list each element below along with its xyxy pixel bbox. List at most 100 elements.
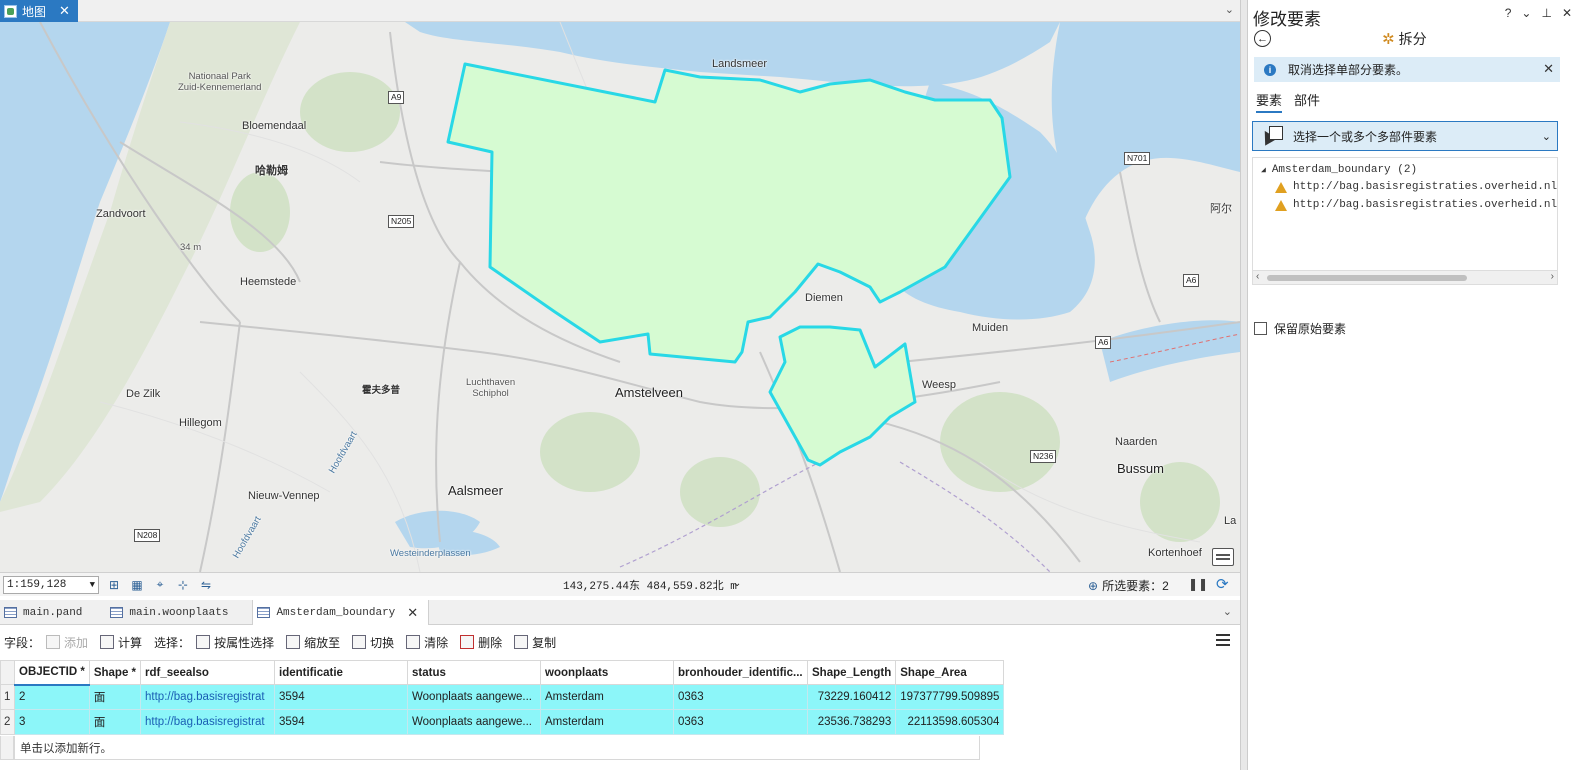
column-header[interactable]: Shape_Area	[895, 660, 1005, 685]
expand-icon[interactable]: ◢	[1261, 165, 1266, 175]
row-number[interactable]: 1	[0, 684, 15, 710]
place-label: Landsmeer	[712, 58, 768, 70]
add-field-button[interactable]: 添加	[46, 634, 88, 651]
cell-rdf-seealso[interactable]: http://bag.basisregistrat	[140, 709, 276, 735]
cell-shape-length[interactable]: 23536.738293	[807, 709, 897, 735]
zoom-to-label: 缩放至	[304, 635, 341, 650]
chevron-down-icon[interactable]: ⌄	[1521, 6, 1531, 20]
tree-layer-node[interactable]: ◢ Amsterdam_boundary (2)	[1261, 164, 1417, 176]
cell-shape[interactable]: 面	[88, 709, 142, 735]
column-header[interactable]: bronhouder_identific...	[673, 660, 809, 685]
pin-icon[interactable]: ⊥	[1541, 6, 1551, 20]
tree-feature-item[interactable]: http://bag.basisregistraties.overheid.nl…	[1275, 199, 1557, 211]
column-header[interactable]: OBJECTID *	[14, 660, 90, 686]
close-icon[interactable]: ✕	[1543, 61, 1554, 77]
chevron-down-icon[interactable]: ⌄	[1223, 605, 1232, 618]
tab-main-pand[interactable]: main.pand	[0, 600, 92, 625]
cell-woonplaats[interactable]: Amsterdam	[540, 709, 675, 735]
elevation-label: 34 m	[180, 242, 202, 253]
correction-icon[interactable]: ⇋	[198, 577, 214, 593]
tree-layer-label: Amsterdam_boundary (2)	[1271, 164, 1418, 176]
cell-shape-area[interactable]: 22113598.605304	[895, 709, 1005, 735]
cell-status[interactable]: Woonplaats aangewe...	[407, 684, 542, 710]
snapping-icon[interactable]: ⌖	[152, 577, 168, 593]
column-header[interactable]: rdf_seealso	[140, 660, 276, 685]
pause-icon[interactable]: ❚❚	[1188, 577, 1208, 591]
table-row[interactable]: 1 2 面 http://bag.basisregistrat 3594 Woo…	[0, 684, 1005, 710]
help-icon[interactable]: ?	[1505, 6, 1512, 20]
tree-feature-label: http://bag.basisregistraties.overheid.nl…	[1293, 181, 1558, 193]
cell-bronhouder[interactable]: 0363	[673, 709, 809, 735]
chevron-down-icon[interactable]: ⌄	[733, 578, 741, 589]
keep-original-checkbox[interactable]	[1254, 322, 1267, 335]
cell-objectid[interactable]: 2	[14, 684, 90, 710]
cell-rdf-seealso[interactable]: http://bag.basisregistrat	[140, 684, 276, 710]
cell-objectid[interactable]: 3	[14, 709, 90, 735]
copy-icon	[514, 635, 529, 649]
row-selector-header[interactable]	[0, 660, 15, 685]
back-button[interactable]: ←	[1254, 30, 1271, 47]
close-icon[interactable]: ✕	[407, 605, 418, 621]
column-header[interactable]: Shape_Length	[807, 660, 897, 685]
column-header[interactable]: status	[407, 660, 542, 685]
place-label: Nieuw-Vennep	[248, 490, 320, 502]
select-multipart-tool[interactable]: 选择一个或多个多部件要素 ⌄	[1252, 121, 1558, 151]
switch-button[interactable]: 切换	[352, 634, 394, 651]
panel-splitter[interactable]	[1240, 0, 1248, 770]
column-header[interactable]: identificatie	[274, 660, 409, 685]
cell-shape[interactable]: 面	[88, 684, 142, 710]
field-label: 字段：	[4, 635, 41, 650]
keep-original-option[interactable]: 保留原始要素	[1254, 320, 1346, 337]
column-header[interactable]: Shape *	[88, 660, 142, 685]
place-label: Bloemendaal	[242, 120, 307, 132]
horizontal-scrollbar[interactable]: ‹ ›	[1253, 270, 1557, 284]
legend-icon[interactable]	[1212, 548, 1234, 566]
chevron-down-icon[interactable]: ⌄	[1225, 3, 1234, 16]
close-icon[interactable]: ✕	[1562, 6, 1572, 20]
selected-features[interactable]: ⊕ 所选要素：2	[1088, 577, 1169, 594]
add-new-row[interactable]: 单击以添加新行。	[14, 736, 980, 760]
menu-icon[interactable]	[1216, 634, 1230, 646]
close-icon[interactable]: ✕	[59, 3, 70, 19]
calculate-button[interactable]: 计算	[100, 634, 142, 651]
delete-button[interactable]: 删除	[460, 634, 502, 651]
cell-woonplaats[interactable]: Amsterdam	[540, 684, 675, 710]
scale-select[interactable]: 1:159,128 ▼	[3, 575, 99, 594]
cell-identificatie[interactable]: 3594	[274, 684, 409, 710]
place-label: Weesp	[922, 379, 957, 391]
scrollbar-thumb[interactable]	[1267, 275, 1467, 281]
table-row[interactable]: 2 3 面 http://bag.basisregistrat 3594 Woo…	[0, 709, 1005, 735]
tab-main-woonplaats[interactable]: main.woonplaats	[106, 600, 238, 625]
zoom-to-button[interactable]: 缩放至	[286, 634, 340, 651]
cell-shape-area[interactable]: 197377799.509895	[895, 684, 1005, 710]
clear-button[interactable]: 清除	[406, 634, 448, 651]
scroll-right-icon[interactable]: ›	[1551, 271, 1554, 282]
tab-map[interactable]: 地图 ✕	[0, 0, 78, 22]
cell-shape-length[interactable]: 73229.160412	[807, 684, 897, 710]
tab-features[interactable]: 要素	[1256, 90, 1283, 113]
tab-amsterdam-boundary[interactable]: Amsterdam_boundary ✕	[252, 600, 430, 625]
scroll-left-icon[interactable]: ‹	[1256, 271, 1259, 282]
grid-icon[interactable]: ▦	[129, 577, 145, 593]
chevron-down-icon[interactable]: ⌄	[1542, 130, 1551, 143]
tree-feature-item[interactable]: http://bag.basisregistraties.overheid.nl…	[1275, 181, 1558, 193]
select-by-attributes-button[interactable]: 按属性选择	[196, 634, 274, 651]
cell-status[interactable]: Woonplaats aangewe...	[407, 709, 542, 735]
copy-button[interactable]: 复制	[514, 634, 556, 651]
tab-parts[interactable]: 部件	[1294, 90, 1320, 113]
map-icon	[4, 4, 17, 18]
constraint-icon[interactable]: ⊹	[175, 577, 191, 593]
map-view[interactable]: Landsmeer Nationaal Park Zuid-Kennemerla…	[0, 22, 1240, 572]
place-label: 阿尔	[1210, 203, 1232, 215]
feature-tree: ◢ Amsterdam_boundary (2) http://bag.basi…	[1252, 157, 1558, 285]
row-number[interactable]: 2	[0, 709, 15, 735]
column-header[interactable]: woonplaats	[540, 660, 675, 685]
cell-identificatie[interactable]: 3594	[274, 709, 409, 735]
place-label: Amstelveen	[615, 385, 683, 400]
zoom-extent-icon[interactable]: ⊞	[106, 577, 122, 593]
attribute-table-tabs: main.pand main.woonplaats Amsterdam_boun…	[0, 600, 1240, 625]
place-label: Diemen	[805, 292, 843, 304]
map-tab-bar: 地图 ✕ ⌄	[0, 0, 1240, 22]
cell-bronhouder[interactable]: 0363	[673, 684, 809, 710]
refresh-icon[interactable]: ⟳	[1216, 575, 1229, 593]
